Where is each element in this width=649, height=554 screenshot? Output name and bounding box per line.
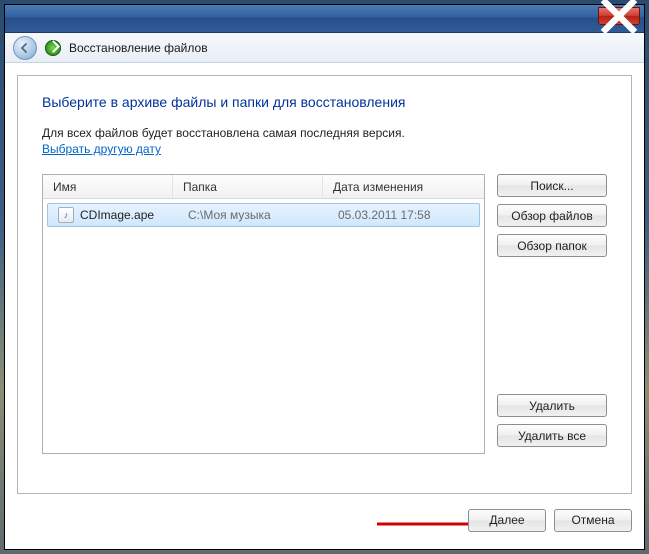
- titlebar: [5, 5, 644, 33]
- arrow-left-icon: [19, 42, 31, 54]
- restore-icon: [45, 40, 61, 56]
- content-panel: Выберите в архиве файлы и папки для восс…: [17, 75, 632, 494]
- file-list-header: Имя Папка Дата изменения: [43, 175, 484, 199]
- browse-files-button[interactable]: Обзор файлов: [497, 204, 607, 227]
- page-heading: Выберите в архиве файлы и папки для восс…: [42, 94, 607, 110]
- column-header-date[interactable]: Дата изменения: [323, 175, 484, 198]
- spacer: [497, 264, 607, 394]
- choose-date-link[interactable]: Выбрать другую дату: [42, 142, 161, 156]
- file-folder: C:\Моя музыка: [178, 204, 328, 226]
- file-row-name-cell: ♪ CDImage.ape: [48, 204, 178, 226]
- remove-all-button[interactable]: Удалить все: [497, 424, 607, 447]
- file-list[interactable]: Имя Папка Дата изменения ♪ CDImage.ape C…: [42, 174, 485, 454]
- file-row[interactable]: ♪ CDImage.ape C:\Моя музыка 05.03.2011 1…: [47, 203, 480, 227]
- column-header-name[interactable]: Имя: [43, 175, 173, 198]
- audio-file-icon: ♪: [58, 207, 74, 223]
- next-button[interactable]: Далее: [468, 509, 546, 532]
- side-buttons: Поиск... Обзор файлов Обзор папок Удалит…: [497, 174, 607, 454]
- window-close-button[interactable]: [598, 7, 640, 25]
- main-layout: Имя Папка Дата изменения ♪ CDImage.ape C…: [42, 174, 607, 454]
- search-button[interactable]: Поиск...: [497, 174, 607, 197]
- header-strip: Восстановление файлов: [5, 33, 644, 63]
- window-title: Восстановление файлов: [69, 41, 208, 55]
- file-name: CDImage.ape: [80, 208, 154, 222]
- close-icon: [599, 0, 639, 36]
- page-description: Для всех файлов будет восстановлена сама…: [42, 126, 607, 140]
- restore-files-window: Восстановление файлов Выберите в архиве …: [4, 4, 645, 550]
- browse-folders-button[interactable]: Обзор папок: [497, 234, 607, 257]
- file-date: 05.03.2011 17:58: [328, 204, 479, 226]
- footer-buttons: Далее Отмена: [17, 503, 632, 537]
- column-header-folder[interactable]: Папка: [173, 175, 323, 198]
- cancel-button[interactable]: Отмена: [554, 509, 632, 532]
- back-button[interactable]: [13, 36, 37, 60]
- remove-button[interactable]: Удалить: [497, 394, 607, 417]
